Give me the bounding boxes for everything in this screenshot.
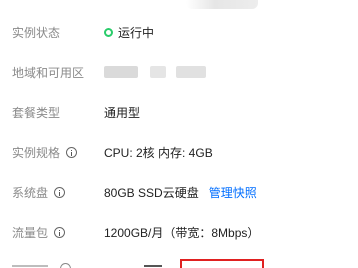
redacted-block [176,66,206,78]
cropped-row-value [144,265,162,267]
top-decoration [186,0,258,9]
highlight-box [180,259,264,268]
manage-snapshots-link[interactable]: 管理快照 [209,184,257,201]
instance-info-panel: 实例状态 运行中 地域和可用区 套餐类型 通用型 实例规格 CPU: 2核 内存… [0,0,358,268]
system-disk-value-group: 80GB SSD云硬盘 管理快照 [104,184,257,201]
instance-status-value: 运行中 [104,24,154,41]
help-circle-icon[interactable] [54,186,66,198]
running-status-icon [104,27,113,37]
row-system-disk: 系统盘 80GB SSD云硬盘 管理快照 [12,182,358,202]
cropped-row-label [12,262,52,268]
row-region-zone: 地域和可用区 [12,62,358,82]
redacted-block [104,66,138,78]
system-disk-label-group: 系统盘 [12,184,66,201]
help-circle-icon[interactable] [54,226,66,238]
system-disk-label: 系统盘 [12,185,49,200]
instance-status-label: 实例状态 [12,25,61,40]
instance-status-text: 运行中 [118,25,155,40]
row-instance-spec: 实例规格 CPU: 2核 内存: 4GB [12,142,358,162]
region-zone-value [104,66,206,78]
package-type-label: 套餐类型 [12,105,61,120]
help-circle-icon[interactable] [66,146,78,158]
instance-spec-label-group: 实例规格 [12,144,78,161]
instance-spec-value: CPU: 2核 内存: 4GB [104,145,213,160]
traffic-package-value: 1200GB/月（带宽：8Mbps） [104,225,260,240]
row-instance-status: 实例状态 运行中 [12,22,358,42]
redacted-block [150,66,166,78]
instance-spec-label: 实例规格 [12,145,61,160]
package-type-value: 通用型 [104,105,141,120]
row-traffic-package: 流量包 1200GB/月（带宽：8Mbps） [12,222,358,242]
help-circle-icon[interactable] [60,263,71,268]
row-package-type: 套餐类型 通用型 [12,102,358,122]
traffic-package-label-group: 流量包 [12,224,66,241]
traffic-package-label: 流量包 [12,225,49,240]
system-disk-value: 80GB SSD云硬盘 [104,185,199,200]
region-zone-label: 地域和可用区 [12,65,85,80]
